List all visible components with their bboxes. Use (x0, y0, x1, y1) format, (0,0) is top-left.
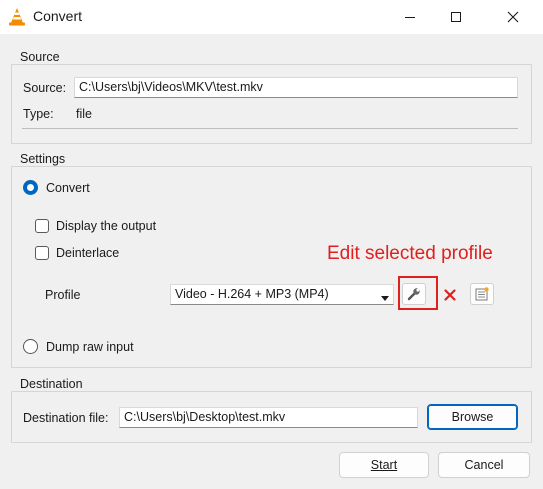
cancel-button[interactable]: Cancel (438, 452, 530, 478)
vlc-cone-icon (8, 7, 26, 26)
source-group (11, 64, 532, 144)
wrench-icon (407, 288, 420, 301)
profile-label: Profile (45, 288, 81, 302)
convert-radio-label[interactable]: Convert (46, 181, 90, 195)
deinterlace-label[interactable]: Deinterlace (56, 246, 119, 260)
source-label: Source: (23, 81, 67, 95)
display-output-label[interactable]: Display the output (56, 219, 156, 233)
new-profile-button[interactable] (470, 283, 494, 305)
dump-raw-label[interactable]: Dump raw input (46, 340, 134, 354)
maximize-button[interactable] (433, 0, 479, 34)
annotation-text: Edit selected profile (327, 243, 493, 264)
display-output-checkbox[interactable] (35, 219, 49, 233)
chevron-down-icon (381, 291, 389, 305)
source-divider (22, 128, 518, 129)
destination-file-field[interactable]: C:\Users\bj\Desktop\test.mkv (119, 407, 418, 428)
settings-group-title: Settings (16, 152, 70, 166)
type-label: Type: (23, 107, 54, 121)
maximize-icon (451, 12, 461, 22)
delete-profile-button[interactable] (441, 286, 459, 304)
window-title: Convert (33, 8, 83, 24)
profile-select[interactable]: Video - H.264 + MP3 (MP4) (170, 284, 394, 305)
edit-profile-button[interactable] (402, 283, 426, 305)
destination-file-label: Destination file: (23, 411, 109, 425)
minimize-icon (405, 17, 415, 18)
convert-radio[interactable] (23, 180, 38, 195)
profile-select-value: Video - H.264 + MP3 (MP4) (175, 287, 329, 301)
delete-icon (444, 289, 456, 301)
deinterlace-checkbox[interactable] (35, 246, 49, 260)
minimize-button[interactable] (387, 0, 433, 34)
close-button[interactable] (490, 0, 536, 34)
new-profile-icon (475, 287, 489, 301)
start-button[interactable]: Start (339, 452, 429, 478)
settings-group (11, 166, 532, 368)
close-icon (507, 11, 519, 23)
browse-button[interactable]: Browse (427, 404, 518, 430)
start-button-label: Start (370, 458, 398, 472)
cancel-button-label: Cancel (464, 458, 504, 472)
source-group-title: Source (16, 50, 64, 64)
source-path-field[interactable]: C:\Users\bj\Videos\MKV\test.mkv (74, 77, 518, 98)
type-value: file (76, 107, 92, 121)
destination-group-title: Destination (16, 377, 87, 391)
dump-raw-radio[interactable] (23, 339, 38, 354)
